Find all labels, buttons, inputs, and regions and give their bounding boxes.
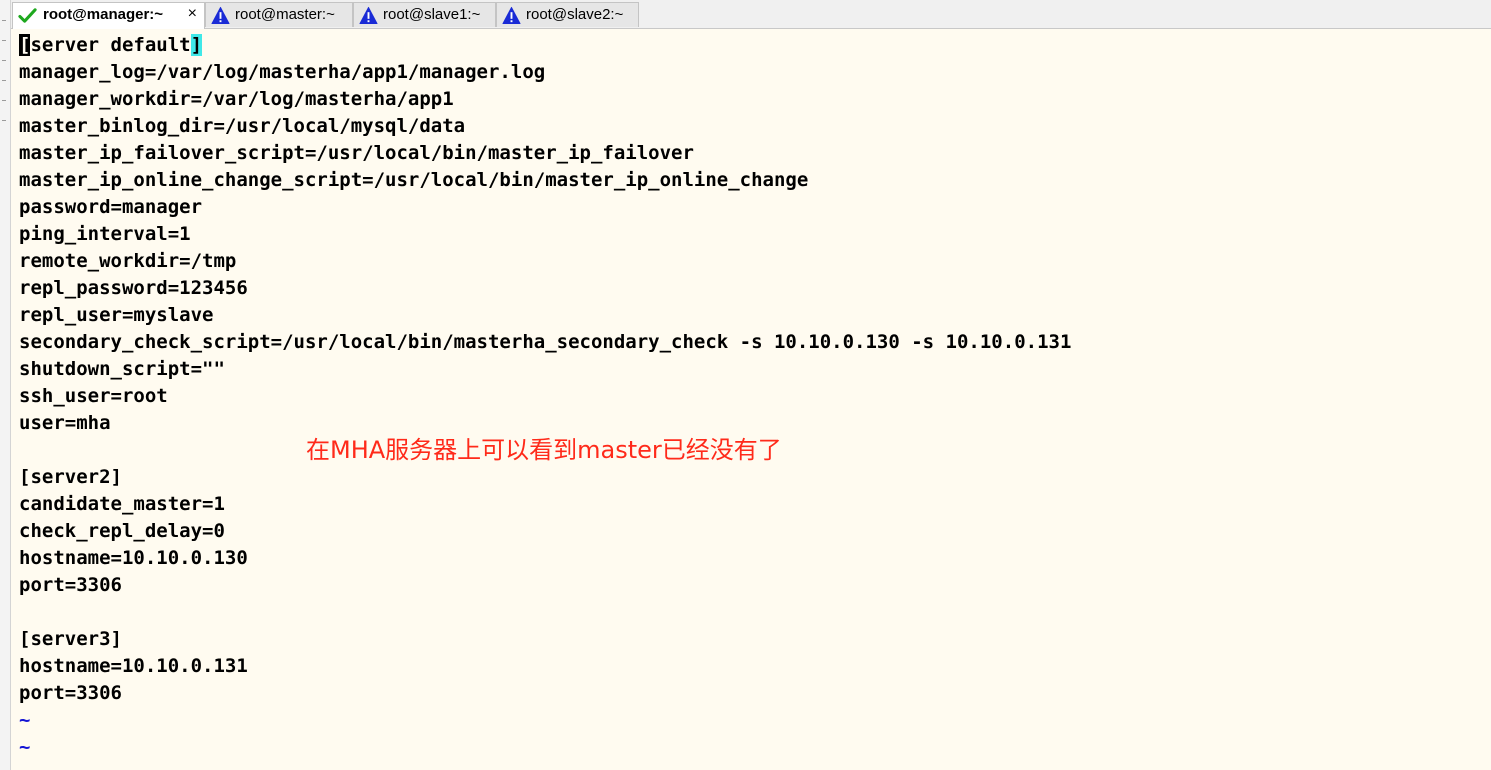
terminal-line: hostname=10.10.0.131 <box>19 655 248 677</box>
vim-empty-line-tilde: ~ <box>19 709 31 731</box>
ssh-client-window: root@manager:~ × root@master:~ root@slav… <box>0 0 1491 770</box>
terminal-line: master_binlog_dir=/usr/local/mysql/data <box>19 115 466 137</box>
terminal-line: repl_password=123456 <box>19 277 248 299</box>
tab-label: root@manager:~ <box>43 6 164 23</box>
terminal-line: master_ip_failover_script=/usr/local/bin… <box>19 142 694 164</box>
terminal-line: [server3] <box>19 628 122 650</box>
left-gutter <box>0 0 11 770</box>
terminal-line: repl_user=myslave <box>19 304 214 326</box>
terminal-line: port=3306 <box>19 574 122 596</box>
warning-triangle-icon <box>359 6 378 25</box>
vim-empty-line-tilde: ~ <box>19 736 31 758</box>
terminal-line: ping_interval=1 <box>19 223 191 245</box>
terminal-line: shutdown_script="" <box>19 358 225 380</box>
terminal-output[interactable]: [server default] manager_log=/var/log/ma… <box>19 32 1491 770</box>
terminal-line: [server default] <box>19 32 1491 59</box>
terminal-line: password=manager <box>19 196 203 218</box>
section-header-text: server default <box>30 34 191 56</box>
terminal-line: [server2] <box>19 466 122 488</box>
red-annotation-text: 在MHA服务器上可以看到master已经没有了 <box>306 436 782 464</box>
tab-label: root@slave1:~ <box>383 6 481 23</box>
checkmark-icon <box>18 8 37 23</box>
tab-root-slave1[interactable]: root@slave1:~ <box>353 2 496 27</box>
session-tab-bar: root@manager:~ × root@master:~ root@slav… <box>11 0 1491 29</box>
text-cursor: [ <box>19 34 31 56</box>
terminal-line: remote_workdir=/tmp <box>19 250 237 272</box>
tab-root-slave2[interactable]: root@slave2:~ <box>496 2 639 27</box>
terminal-line: ssh_user=root <box>19 385 168 407</box>
tab-label: root@slave2:~ <box>526 6 624 23</box>
tab-label: root@master:~ <box>235 6 335 23</box>
terminal-line: manager_workdir=/var/log/masterha/app1 <box>19 88 454 110</box>
terminal-line: hostname=10.10.0.130 <box>19 547 248 569</box>
warning-triangle-icon <box>502 6 521 25</box>
tab-root-manager[interactable]: root@manager:~ × <box>12 2 205 29</box>
matching-bracket-highlight: ] <box>190 34 203 56</box>
close-icon[interactable]: × <box>188 5 197 23</box>
terminal-line: check_repl_delay=0 <box>19 520 225 542</box>
terminal-line: secondary_check_script=/usr/local/bin/ma… <box>19 331 1072 353</box>
warning-triangle-icon <box>211 6 230 25</box>
terminal-line: candidate_master=1 <box>19 493 225 515</box>
terminal-line: manager_log=/var/log/masterha/app1/manag… <box>19 61 546 83</box>
terminal-line: master_ip_online_change_script=/usr/loca… <box>19 169 809 191</box>
terminal-line: port=3306 <box>19 682 122 704</box>
tab-root-master[interactable]: root@master:~ <box>205 2 353 27</box>
